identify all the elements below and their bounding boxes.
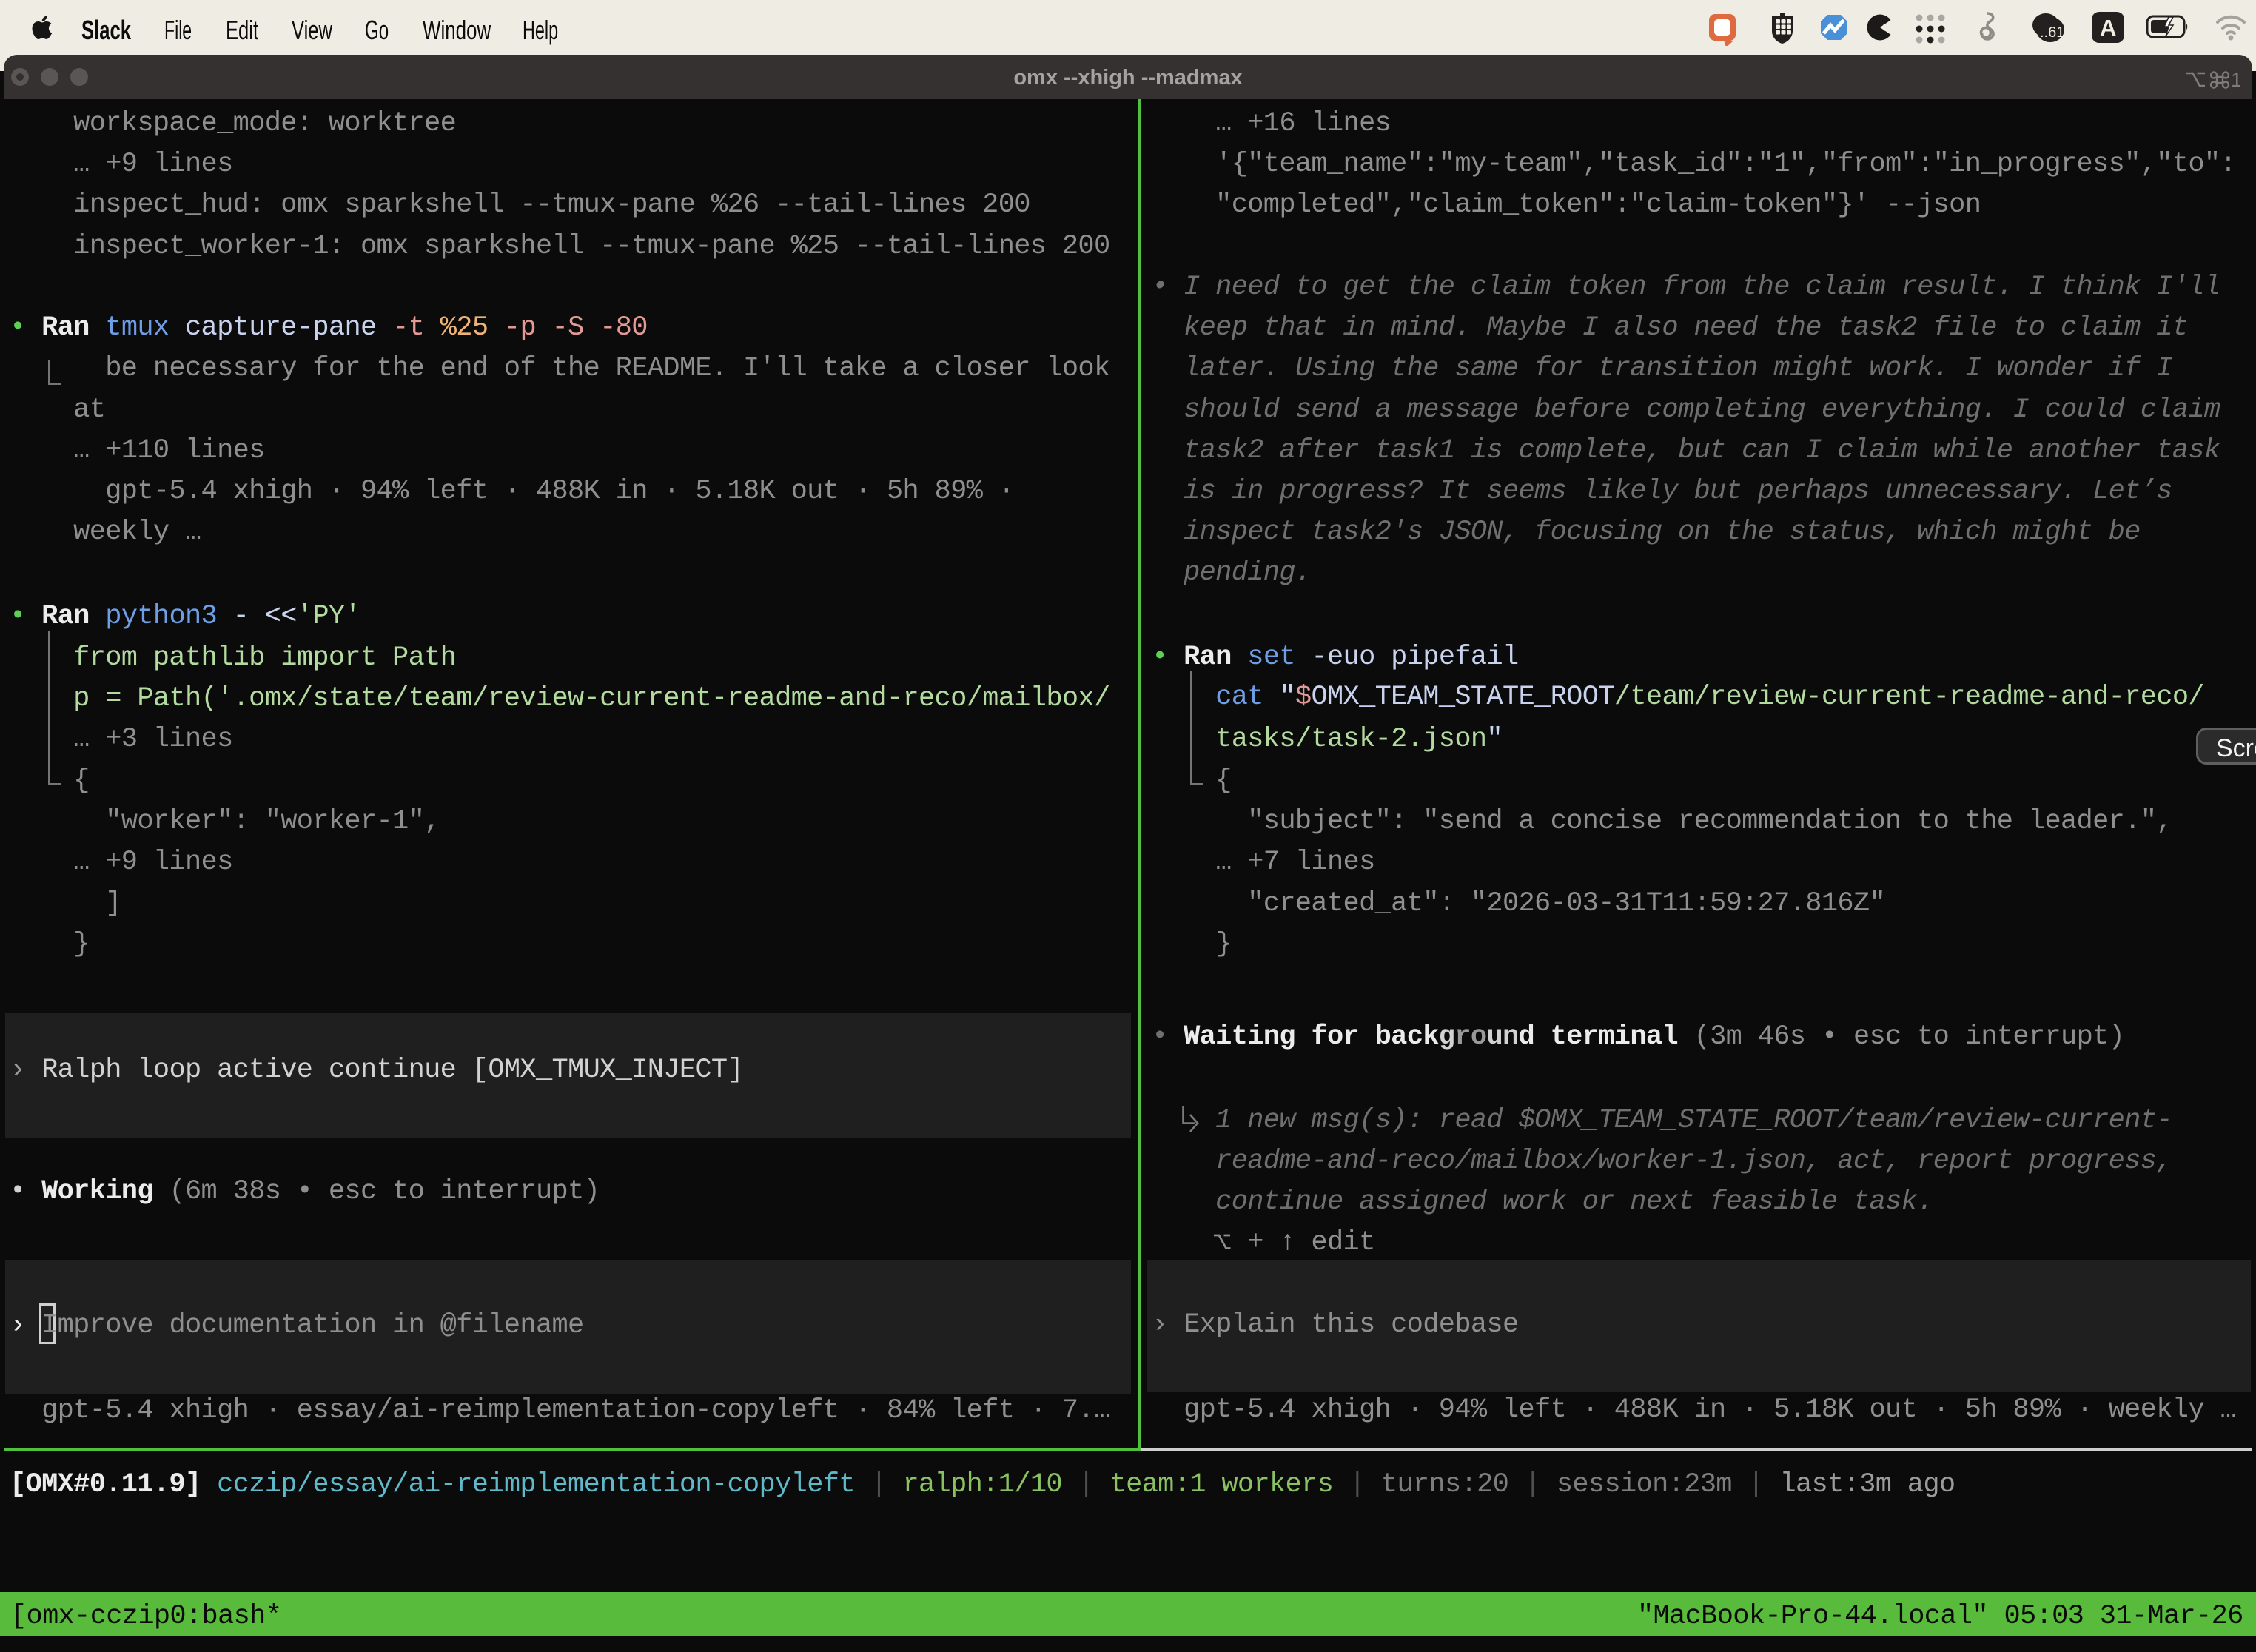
svg-text:A: A (2100, 15, 2116, 41)
svg-text:1: 1 (2231, 68, 2240, 90)
svg-text:..61: ..61 (2040, 24, 2064, 41)
